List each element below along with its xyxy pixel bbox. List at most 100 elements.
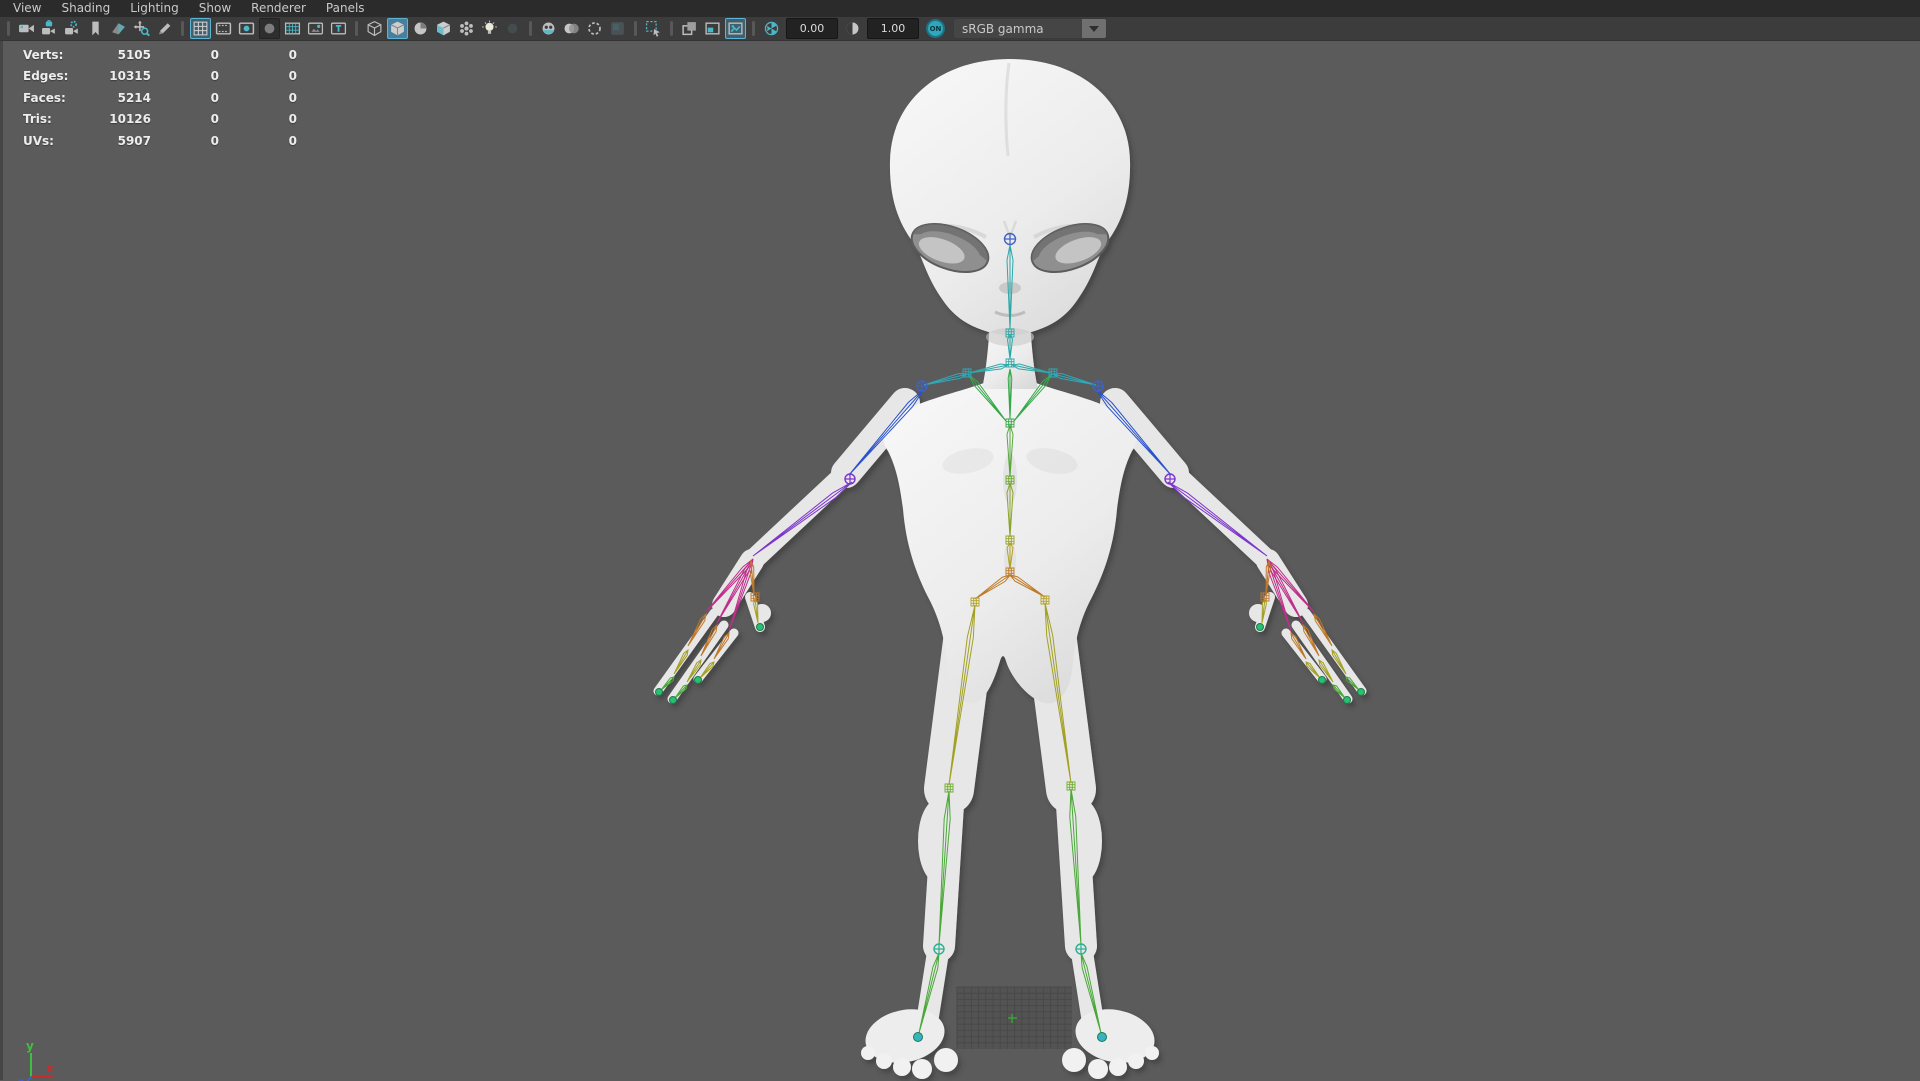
axis-label-y: y bbox=[26, 1039, 34, 1053]
toolbar-separator bbox=[529, 21, 532, 36]
film-gate-button[interactable] bbox=[213, 18, 234, 39]
dof-icon bbox=[611, 22, 624, 35]
camera-gear-icon bbox=[65, 20, 78, 35]
wireframe-on-shaded-button[interactable] bbox=[456, 18, 477, 39]
menu-show[interactable]: Show bbox=[189, 0, 241, 17]
hud-row-edges: Edges: 10315 0 0 bbox=[3, 66, 297, 88]
hud-row-uvs: UVs: 5907 0 0 bbox=[3, 130, 297, 152]
grid-button[interactable] bbox=[190, 18, 211, 39]
skeleton-end-joint bbox=[913, 1032, 923, 1042]
hud-row-tris: Tris: 10126 0 0 bbox=[3, 109, 297, 131]
field-chart-icon bbox=[284, 22, 301, 35]
anti-aliasing-button[interactable] bbox=[584, 18, 605, 39]
toolbar-separator bbox=[181, 21, 184, 36]
hud-value: 0 bbox=[210, 133, 219, 148]
toolbar-separator bbox=[634, 21, 637, 36]
menu-renderer[interactable]: Renderer bbox=[241, 0, 316, 17]
viewport-scene: y x z bbox=[18, 59, 1367, 1081]
lock-camera-button[interactable] bbox=[39, 18, 60, 39]
skeleton-end-joint bbox=[1256, 623, 1264, 631]
camera-lock-icon bbox=[42, 20, 55, 35]
skeleton-end-joint bbox=[669, 696, 677, 704]
image-plane-button[interactable] bbox=[108, 18, 129, 39]
film-gate-icon bbox=[215, 22, 232, 35]
field-chart-button[interactable] bbox=[282, 18, 303, 39]
safe-action-button[interactable] bbox=[305, 18, 326, 39]
menu-lighting[interactable]: Lighting bbox=[120, 0, 189, 17]
skeleton-end-joint bbox=[1097, 1032, 1107, 1042]
skeleton-bone bbox=[752, 481, 853, 557]
hud-label: Tris: bbox=[23, 112, 52, 127]
bookmarks-button[interactable] bbox=[85, 18, 106, 39]
smooth-shade-button[interactable] bbox=[387, 18, 408, 39]
render-view-button[interactable] bbox=[725, 18, 746, 39]
contrast-button[interactable] bbox=[842, 18, 863, 39]
bookmark-icon bbox=[92, 21, 99, 36]
skeleton-bone bbox=[1051, 373, 1097, 386]
view-transform-label: sRGB gamma bbox=[962, 21, 1044, 36]
menu-shading[interactable]: Shading bbox=[51, 0, 120, 17]
wireframe-button[interactable] bbox=[364, 18, 385, 39]
ssao-button[interactable] bbox=[538, 18, 559, 39]
hud-value: 10315 bbox=[109, 69, 151, 84]
toolbar-separator bbox=[670, 21, 673, 36]
viewport-toolbar: ON sRGB gamma bbox=[0, 17, 1920, 41]
exposure-button[interactable] bbox=[761, 18, 782, 39]
isolate-icon bbox=[682, 22, 696, 36]
camera-icon bbox=[19, 24, 34, 33]
hud-value: 0 bbox=[210, 112, 219, 127]
shadow-circle-icon bbox=[507, 23, 518, 34]
grease-pencil-button[interactable] bbox=[154, 18, 175, 39]
hud-row-verts: Verts: 5105 0 0 bbox=[3, 44, 297, 66]
skeleton-end-joint bbox=[756, 623, 764, 631]
skeleton-bone bbox=[923, 373, 969, 386]
hud-label: Verts: bbox=[23, 47, 64, 62]
pencil-icon bbox=[159, 23, 171, 35]
chevron-down-icon[interactable] bbox=[1082, 19, 1106, 38]
safe-title-button[interactable] bbox=[328, 18, 349, 39]
select-tool-button[interactable] bbox=[643, 18, 664, 39]
depth-of-field-button[interactable] bbox=[607, 18, 628, 39]
isolate-select-button[interactable] bbox=[679, 18, 700, 39]
color-management-toggle[interactable]: ON bbox=[926, 19, 945, 38]
bulb-icon bbox=[482, 20, 497, 34]
select-cursor-icon bbox=[645, 20, 660, 37]
hud-row-faces: Faces: 5214 0 0 bbox=[3, 87, 297, 109]
panel-menu-bar: View Shading Lighting Show Renderer Panels bbox=[0, 0, 1920, 17]
resolution-gate-button[interactable] bbox=[236, 18, 257, 39]
textured-button[interactable] bbox=[433, 18, 454, 39]
pip-compare-button[interactable] bbox=[702, 18, 723, 39]
exposure-field[interactable] bbox=[786, 18, 838, 39]
sphere-seg-icon bbox=[414, 22, 427, 35]
flat-shade-button[interactable] bbox=[410, 18, 431, 39]
pan-zoom-button[interactable] bbox=[131, 18, 152, 39]
skeleton-end-joint bbox=[1318, 676, 1326, 684]
hud-value: 0 bbox=[210, 90, 219, 105]
motion-blur-button[interactable] bbox=[561, 18, 582, 39]
menu-panels[interactable]: Panels bbox=[316, 0, 375, 17]
gamma-field[interactable] bbox=[867, 18, 919, 39]
menu-view[interactable]: View bbox=[0, 0, 51, 17]
skeleton-bone bbox=[1167, 481, 1268, 557]
toolbar-separator bbox=[355, 21, 358, 36]
aa-circle-icon bbox=[588, 22, 601, 35]
lighting-button[interactable] bbox=[479, 18, 500, 39]
axis-label-x: x bbox=[46, 1061, 54, 1075]
view-transform-dropdown[interactable]: sRGB gamma bbox=[953, 18, 1107, 39]
image-plane-icon bbox=[112, 23, 125, 35]
polycount-hud: Verts: 5105 0 0 Edges: 10315 0 0 Faces: 5214 0 0 Tri… bbox=[3, 44, 297, 152]
hud-value: 10126 bbox=[109, 112, 151, 127]
hud-value: 0 bbox=[288, 90, 297, 105]
gate-mask-button[interactable] bbox=[259, 18, 280, 39]
contrast-icon bbox=[846, 22, 859, 35]
pip-icon bbox=[705, 22, 720, 35]
shadows-button[interactable] bbox=[502, 18, 523, 39]
skeleton-end-joint bbox=[1343, 696, 1351, 704]
cube-wire-icon bbox=[367, 20, 382, 37]
camera-attributes-button[interactable] bbox=[62, 18, 83, 39]
viewport-canvas[interactable]: y x z Verts: 5105 0 0 Edges: 10315 0 0 Faces: 521… bbox=[0, 41, 1920, 1081]
select-camera-button[interactable] bbox=[16, 18, 37, 39]
safe-action-icon bbox=[307, 22, 324, 35]
grid-icon bbox=[193, 21, 208, 36]
axis-label-z: z bbox=[18, 1077, 24, 1081]
